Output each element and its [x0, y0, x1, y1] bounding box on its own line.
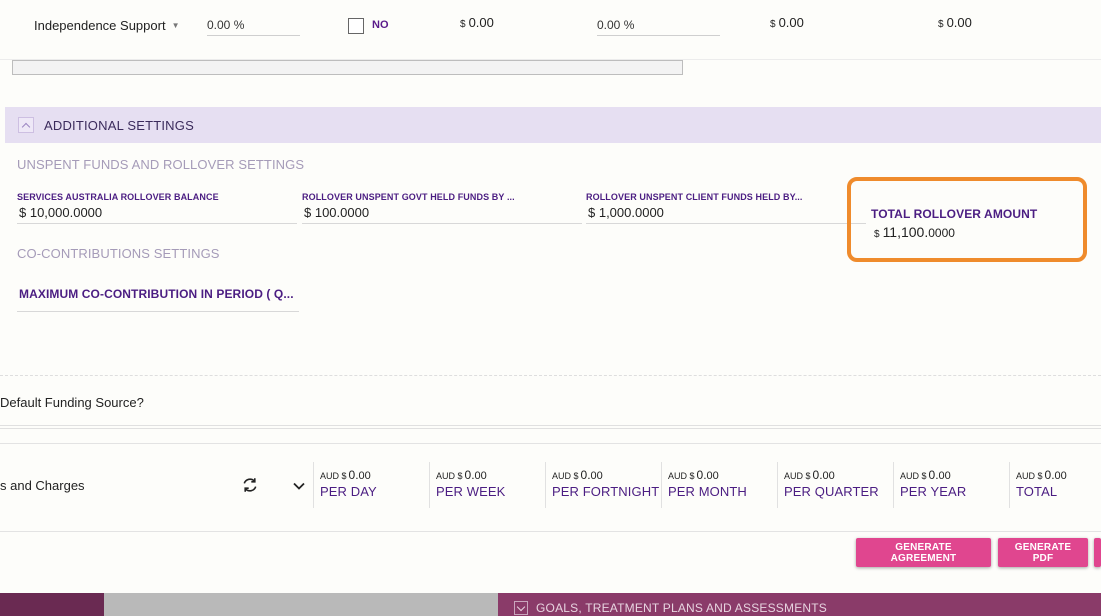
total-rollover-value: $11,100.0000: [874, 224, 955, 240]
field-label: ROLLOVER UNSPENT CLIENT FUNDS HELD BY...: [586, 192, 803, 202]
additional-settings-header[interactable]: ADDITIONAL SETTINGS: [5, 107, 1101, 143]
services-australia-rollover-field[interactable]: SERVICES AUSTRALIA ROLLOVER BALANCE $ 10…: [17, 190, 297, 224]
fee-per-fortnight: AUD $0.00 PER FORTNIGHT: [545, 462, 661, 508]
funding-modal-panel: Independence Support ▼ 0.00 % NO $0.00 0.…: [0, 0, 1101, 593]
service-dropdown[interactable]: Independence Support ▼: [34, 18, 179, 33]
field-label: SERVICES AUSTRALIA ROLLOVER BALANCE: [17, 192, 219, 202]
fees-title: s and Charges: [0, 478, 85, 493]
divider: [0, 375, 1101, 376]
default-funding-source-label: Default Funding Source?: [0, 395, 144, 410]
goals-section-title: GOALS, TREATMENT PLANS AND ASSESSMENTS: [536, 601, 828, 615]
additional-settings-title: ADDITIONAL SETTINGS: [44, 118, 194, 133]
max-co-contribution-field[interactable]: MAXIMUM CO-CONTRIBUTION IN PERIOD ( Q...: [17, 284, 299, 312]
divider: [0, 425, 1101, 429]
service-row: Independence Support ▼ 0.00 % NO $0.00 0.…: [0, 0, 1101, 60]
background-card: [104, 593, 498, 616]
field-value: $ 100.0000: [304, 205, 370, 220]
chevron-down-icon[interactable]: [291, 478, 307, 494]
generate-agreement-button[interactable]: GENERATE AGREEMENT: [856, 538, 991, 567]
checkbox-icon[interactable]: [348, 18, 364, 34]
partial-action-button[interactable]: [1094, 538, 1101, 567]
percent-input-1[interactable]: 0.00 %: [207, 18, 300, 36]
fee-per-quarter: AUD $0.00 PER QUARTER: [777, 462, 893, 508]
caret-down-icon: ▼: [171, 21, 180, 30]
total-rollover-label: TOTAL ROLLOVER AMOUNT: [871, 207, 1038, 221]
fee-total: AUD $0.00 TOTAL: [1009, 462, 1101, 508]
generate-pdf-button[interactable]: GENERATE PDF: [998, 538, 1088, 567]
field-label: ROLLOVER UNSPENT GOVT HELD FUNDS BY ...: [302, 192, 515, 202]
fee-per-day: AUD $0.00 PER DAY: [313, 462, 429, 508]
unspent-funds-title: UNSPENT FUNDS AND ROLLOVER SETTINGS: [17, 157, 305, 172]
modal-backdrop: GOALS, TREATMENT PLANS AND ASSESSMENTS: [0, 593, 1101, 616]
rollover-client-funds-field[interactable]: ROLLOVER UNSPENT CLIENT FUNDS HELD BY...…: [586, 190, 866, 224]
rollover-govt-funds-field[interactable]: ROLLOVER UNSPENT GOVT HELD FUNDS BY ... …: [302, 190, 582, 224]
refresh-icon[interactable]: [240, 475, 260, 495]
fee-per-month: AUD $0.00 PER MONTH: [661, 462, 777, 508]
checkbox-label: NO: [372, 19, 389, 31]
percent-input-2[interactable]: 0.00 %: [597, 18, 720, 36]
fees-and-charges-row: s and Charges AUD $0.00 PER DAY AUD $0.0…: [0, 443, 1101, 532]
fee-per-year: AUD $0.00 PER YEAR: [893, 462, 1009, 508]
field-value: $ 1,000.0000: [588, 205, 664, 220]
field-label: MAXIMUM CO-CONTRIBUTION IN PERIOD ( Q...: [19, 287, 294, 301]
field-value: $ 10,000.0000: [19, 205, 103, 220]
chevron-down-icon: [514, 601, 528, 615]
amount-2: $0.00: [770, 15, 804, 30]
amount-1: $0.00: [460, 15, 494, 30]
collapse-icon[interactable]: [18, 117, 34, 133]
fee-per-week: AUD $0.00 PER WEEK: [429, 462, 545, 508]
co-contributions-title: CO-CONTRIBUTIONS SETTINGS: [17, 246, 220, 261]
goals-section-header[interactable]: GOALS, TREATMENT PLANS AND ASSESSMENTS: [498, 593, 1101, 616]
amount-3: $0.00: [938, 15, 972, 30]
service-name: Independence Support: [34, 18, 166, 33]
horizontal-scrollbar[interactable]: [12, 60, 683, 75]
total-rollover-highlight: TOTAL ROLLOVER AMOUNT $11,100.0000: [847, 177, 1087, 262]
